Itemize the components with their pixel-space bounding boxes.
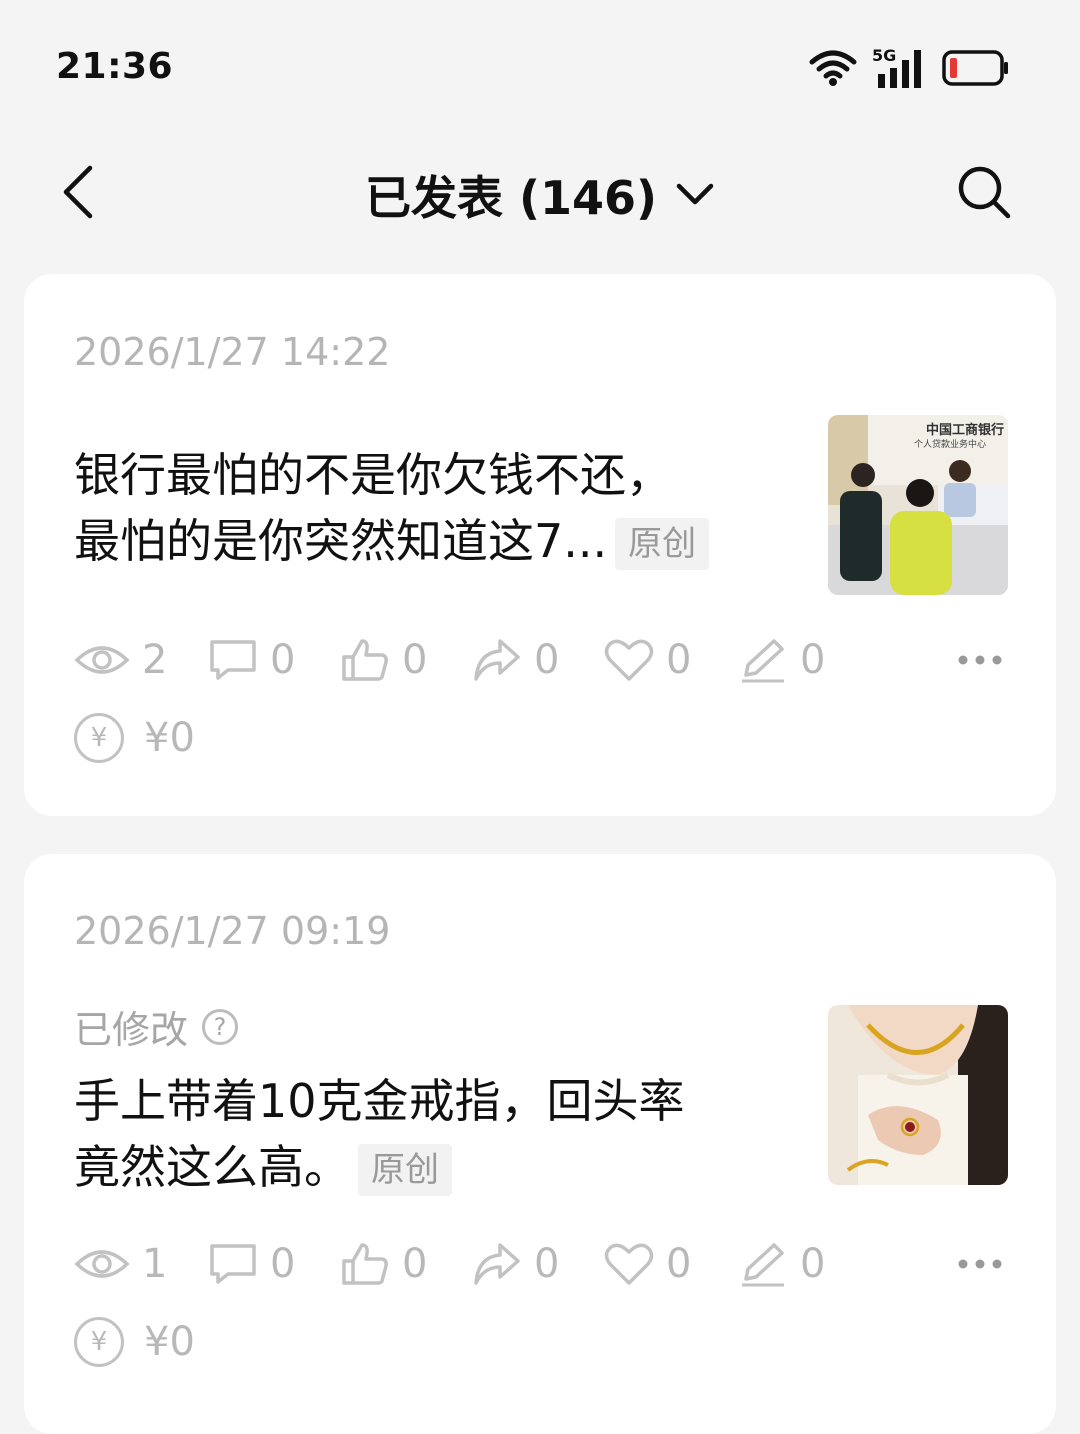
thumbs-up-icon (342, 639, 388, 681)
post-title[interactable]: 银行最怕的不是你欠钱不还， 最怕的是你突然知道这7... 原创 (74, 442, 774, 574)
more-dots-icon (958, 655, 1002, 665)
favorites-stat[interactable]: 0 (604, 1236, 691, 1292)
original-badge: 原创 (358, 1144, 452, 1196)
likes-stat[interactable]: 0 (340, 632, 427, 688)
heart-icon (604, 1243, 654, 1285)
cellular-signal-icon: 5G (872, 46, 928, 90)
likes-count: 0 (402, 637, 428, 683)
wifi-icon (809, 50, 857, 86)
heart-icon (604, 639, 654, 681)
search-button[interactable] (956, 162, 1012, 222)
status-time: 21:36 (56, 46, 174, 87)
pen-icon (742, 639, 784, 683)
income-stat: ¥ ¥0 (74, 1314, 195, 1370)
thumbs-up-icon (342, 1243, 388, 1285)
modified-status: 已修改 ? (74, 999, 239, 1054)
comment-icon (210, 640, 256, 680)
pen-icon (742, 1243, 784, 1287)
shares-stat[interactable]: 0 (472, 1236, 559, 1292)
modified-label: 已修改 (74, 1008, 189, 1052)
thumbnail-caption: 中国工商银行 (925, 423, 1004, 438)
more-options-button[interactable] (950, 1236, 1010, 1292)
views-stat: 1 (74, 1236, 167, 1292)
original-badge: 原创 (615, 518, 710, 570)
more-dots-icon (958, 1259, 1002, 1269)
more-options-button[interactable] (950, 632, 1010, 688)
shares-stat[interactable]: 0 (472, 632, 559, 688)
post-title-line: 最怕的是你突然知道这7... (74, 514, 608, 568)
edits-count: 0 (800, 637, 826, 683)
comment-icon (210, 1244, 256, 1284)
favorites-count: 0 (666, 1241, 692, 1287)
navigation-bar: 已发表 (146) (0, 140, 1080, 250)
title-container: 已发表 (146) (0, 162, 1080, 225)
chevron-down-icon (676, 183, 714, 205)
views-count: 2 (142, 637, 168, 683)
favorites-count: 0 (666, 637, 692, 683)
published-filter-dropdown[interactable]: 已发表 (146) (365, 162, 715, 228)
comments-stat[interactable]: 0 (208, 1236, 295, 1292)
comments-stat[interactable]: 0 (208, 632, 295, 688)
shares-count: 0 (534, 637, 560, 683)
share-icon (474, 1243, 520, 1285)
post-card[interactable]: 2026/1/27 14:22 银行最怕的不是你欠钱不还， 最怕的是你突然知道这… (24, 274, 1056, 816)
likes-count: 0 (402, 1241, 428, 1287)
eye-icon (74, 1250, 130, 1278)
yen-icon: ¥ (74, 1317, 124, 1367)
income-amount: ¥0 (144, 1319, 195, 1365)
page-title: 已发表 (146) (364, 171, 658, 225)
post-thumbnail[interactable]: 中国工商银行 个人贷款业务中心 (828, 415, 1008, 595)
post-card[interactable]: 2026/1/27 09:19 已修改 ? 手上带着10克金戒指，回头率 竟然这… (24, 854, 1056, 1434)
post-stats-row: 1 0 0 0 0 0 (74, 1236, 1010, 1292)
post-title-line: 银行最怕的不是你欠钱不还， (74, 448, 672, 502)
views-count: 1 (142, 1241, 168, 1287)
comments-count: 0 (270, 1241, 296, 1287)
post-date: 2026/1/27 14:22 (74, 330, 391, 374)
status-bar: 21:36 5G (0, 0, 1080, 130)
eye-icon (74, 646, 130, 674)
share-icon (474, 639, 520, 681)
post-date: 2026/1/27 09:19 (74, 909, 391, 953)
edits-stat[interactable]: 0 (738, 1236, 825, 1292)
edits-count: 0 (800, 1241, 826, 1287)
favorites-stat[interactable]: 0 (604, 632, 691, 688)
system-icons: 5G (808, 46, 1010, 90)
gold-jewelry-image (828, 1005, 1008, 1185)
likes-stat[interactable]: 0 (340, 1236, 427, 1292)
post-stats-row: 2 0 0 0 0 0 (74, 632, 1010, 688)
income-stat: ¥ ¥0 (74, 710, 195, 766)
post-title-line: 手上带着10克金戒指，回头率 (74, 1074, 685, 1128)
post-thumbnail[interactable] (828, 1005, 1008, 1185)
battery-icon (942, 50, 1008, 86)
shares-count: 0 (534, 1241, 560, 1287)
edits-stat[interactable]: 0 (738, 632, 825, 688)
yen-icon: ¥ (74, 713, 124, 763)
income-amount: ¥0 (144, 715, 195, 761)
comments-count: 0 (270, 637, 296, 683)
search-icon (958, 166, 1011, 219)
post-title-line: 竟然这么高。 (74, 1140, 350, 1194)
views-stat: 2 (74, 632, 167, 688)
post-title[interactable]: 手上带着10克金戒指，回头率 竟然这么高。 原创 (74, 1068, 774, 1200)
thumbnail-caption: 个人贷款业务中心 (913, 440, 986, 450)
help-icon[interactable]: ? (202, 1008, 239, 1045)
